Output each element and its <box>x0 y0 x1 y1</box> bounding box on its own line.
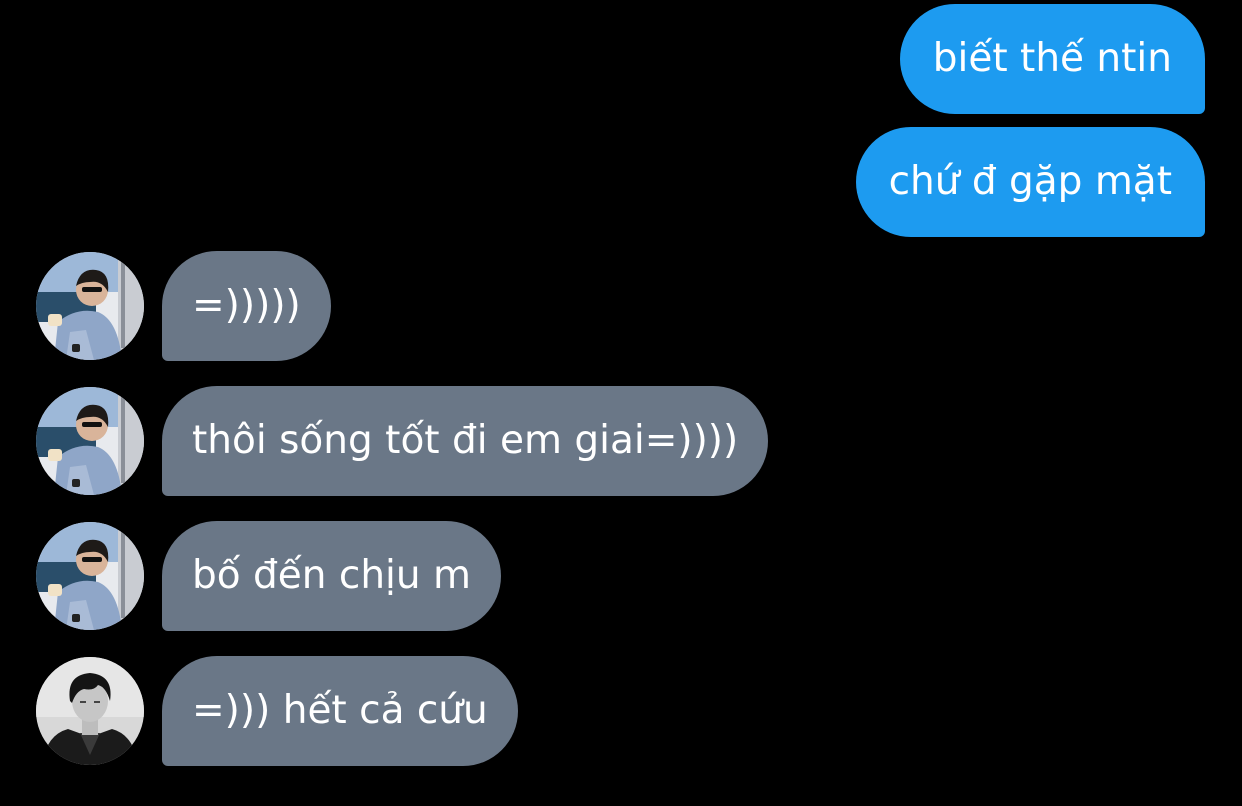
contact-avatar[interactable] <box>36 657 144 765</box>
contact-avatar[interactable] <box>36 387 144 495</box>
received-message-bubble[interactable]: =))) hết cả cứu <box>162 656 518 766</box>
message-text: chứ đ gặp mặt <box>888 159 1172 204</box>
message-text: bố đến chịu m <box>192 553 471 598</box>
received-message-bubble[interactable]: =))))) <box>162 251 331 361</box>
message-text: biết thế ntin <box>932 36 1172 81</box>
message-text: =))))) <box>192 283 301 328</box>
contact-avatar[interactable] <box>36 252 144 360</box>
received-message-bubble[interactable]: bố đến chịu m <box>162 521 501 631</box>
message-text: =))) hết cả cứu <box>192 688 488 733</box>
sent-message-bubble[interactable]: biết thế ntin <box>899 4 1205 114</box>
received-message-bubble[interactable]: thôi sống tốt đi em giai=)))) <box>162 386 769 496</box>
message-text: thôi sống tốt đi em giai=)))) <box>192 418 739 463</box>
sent-message-bubble[interactable]: chứ đ gặp mặt <box>855 127 1205 237</box>
chat-thread: biết thế ntin chứ đ gặp mặt =))))) thôi … <box>0 0 1242 806</box>
contact-avatar[interactable] <box>36 522 144 630</box>
